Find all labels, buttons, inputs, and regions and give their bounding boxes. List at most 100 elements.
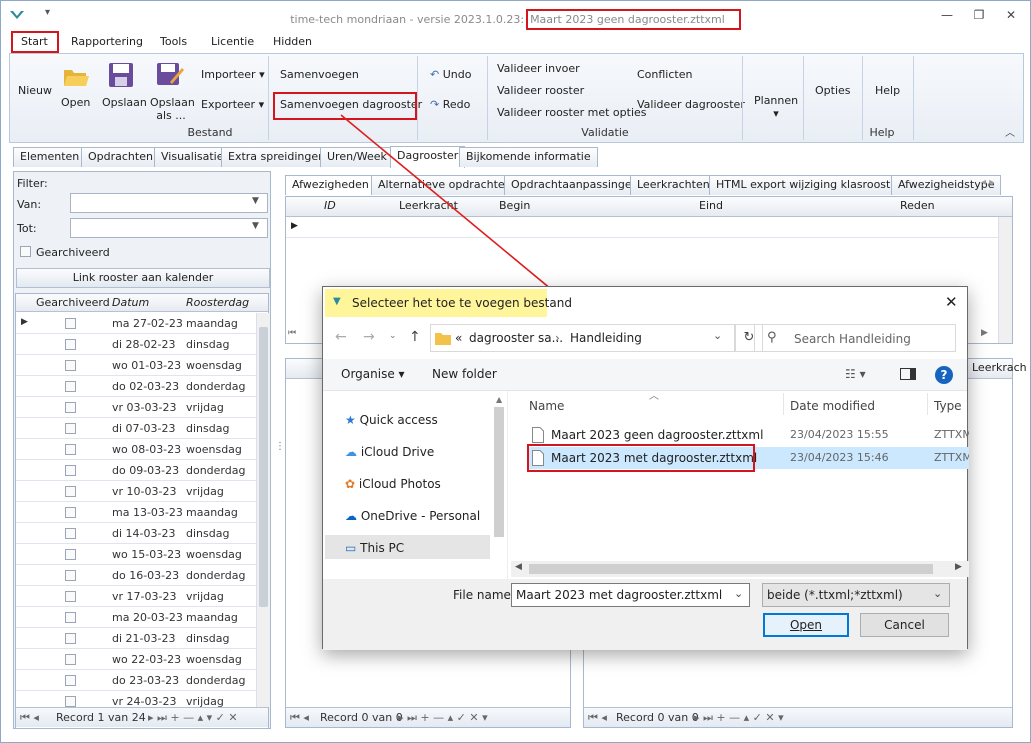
archived-checkbox[interactable] <box>65 381 76 392</box>
table-row[interactable]: ma 13-03-23 maandag <box>16 502 256 523</box>
table-row[interactable]: wo 22-03-23 woensdag <box>16 649 256 670</box>
undo-button[interactable]: ↶ Undo <box>430 68 471 81</box>
file-name-input[interactable]: Maart 2023 met dagrooster.zttxml ⌄ <box>511 583 750 607</box>
tab-visualisatie[interactable]: Visualisatie <box>154 147 231 167</box>
valideer-rooster-button[interactable]: Valideer rooster <box>497 84 584 97</box>
tab-leerkrachten[interactable]: Leerkrachten <box>630 175 717 195</box>
table-row[interactable]: vr 03-03-23 vrijdag <box>16 397 256 418</box>
col-eind[interactable]: Eind <box>699 199 723 212</box>
col-leerkracht[interactable]: Leerkrach <box>972 361 1027 374</box>
scroll-left-icon[interactable]: ◀ <box>515 562 522 572</box>
nav-icloud-photos[interactable]: ✿ iCloud Photos <box>345 477 441 491</box>
splitter-handle-icon[interactable]: ⋮ <box>275 441 285 452</box>
hscroll-right-icon[interactable]: ▶ <box>981 328 988 338</box>
col-reden[interactable]: Reden <box>900 199 935 212</box>
col-date-modified[interactable]: Date modified <box>790 399 875 413</box>
archived-checkbox[interactable] <box>65 444 76 455</box>
nav-next-icon[interactable]: ▸ ⏭ + — ▴ ✓ ✕ ▾ <box>694 711 784 725</box>
opslaan-button[interactable]: Opslaan <box>102 96 147 109</box>
valideer-opties-button[interactable]: Valideer rooster met opties <box>497 106 647 119</box>
tab-uren-week[interactable]: Uren/Week <box>320 147 394 167</box>
menu-tools[interactable]: Tools <box>160 35 187 48</box>
table-row[interactable]: vr 24-03-23 vrijdag <box>16 691 256 707</box>
table-row[interactable]: do 09-03-23 donderdag <box>16 460 256 481</box>
redo-button[interactable]: ↷ Redo <box>430 98 470 111</box>
tab-bijkomende-informatie[interactable]: Bijkomende informatie <box>459 147 598 167</box>
open-button[interactable]: Open <box>763 613 849 637</box>
col-begin[interactable]: Begin <box>499 199 530 212</box>
table-row[interactable]: do 16-03-23 donderdag <box>16 565 256 586</box>
table-row[interactable]: do 23-03-23 donderdag <box>16 670 256 691</box>
table-row[interactable]: wo 01-03-23 woensdag <box>16 355 256 376</box>
tab-dagrooster[interactable]: Dagrooster <box>390 146 466 168</box>
nav-scroll-thumb[interactable] <box>494 407 504 537</box>
tab-opdrachtaanpassingen[interactable]: Opdrachtaanpassingen <box>504 175 646 195</box>
scroll-thumb[interactable] <box>529 564 933 574</box>
nav-next-icon[interactable]: ▸ ⏭ + — ▴ ✓ ✕ ▾ <box>398 711 488 725</box>
tot-dropdown-icon[interactable]: ▼ <box>252 221 259 231</box>
nieuw-button[interactable]: Nieuw <box>18 84 52 97</box>
menu-licentie[interactable]: Licentie <box>211 35 254 48</box>
table-row[interactable]: di 07-03-23 dinsdag <box>16 418 256 439</box>
archived-checkbox[interactable] <box>65 486 76 497</box>
dialog-close-button[interactable]: ✕ <box>945 293 958 311</box>
forward-icon[interactable]: → <box>363 329 375 345</box>
collapse-ribbon-icon[interactable]: ︿ <box>1005 124 1015 139</box>
gearchiveerd-checkbox[interactable] <box>20 246 31 257</box>
path-segment-2[interactable]: Handleiding <box>570 331 642 345</box>
table-row[interactable]: vr 17-03-23 vrijdag <box>16 586 256 607</box>
table-row[interactable]: ma 20-03-23 maandag <box>16 607 256 628</box>
nav-icloud-drive[interactable]: ☁ iCloud Drive <box>345 445 434 459</box>
archived-checkbox[interactable] <box>65 360 76 371</box>
archived-checkbox[interactable] <box>65 591 76 602</box>
table-row[interactable]: di 14-03-23 dinsdag <box>16 523 256 544</box>
organise-button[interactable]: Organise ▾ <box>341 367 405 381</box>
table-row[interactable]: wo 08-03-23 woensdag <box>16 439 256 460</box>
nav-this-pc[interactable]: ▭ This PC <box>345 541 404 555</box>
archived-checkbox[interactable] <box>65 675 76 686</box>
valideer-invoer-button[interactable]: Valideer invoer <box>497 62 580 75</box>
archived-checkbox[interactable] <box>65 507 76 518</box>
tab-afwezigheden[interactable]: Afwezigheden <box>285 175 376 195</box>
van-date-field[interactable] <box>70 193 268 213</box>
link-rooster-button[interactable]: Link rooster aan kalender <box>16 268 270 288</box>
table-row[interactable]: do 02-03-23 donderdag <box>16 376 256 397</box>
horizontal-scrollbar[interactable]: ◀ ▶ <box>511 561 969 577</box>
archived-checkbox[interactable] <box>65 549 76 560</box>
nav-quick-access[interactable]: ★ Quick access <box>345 413 438 427</box>
menu-rapportering[interactable]: Rapportering <box>71 35 143 48</box>
tab-alternatieve-opdrachten[interactable]: Alternatieve opdrachten <box>371 175 519 195</box>
close-button[interactable]: ✕ <box>1003 7 1019 23</box>
file-name-dropdown-icon[interactable]: ⌄ <box>734 587 743 600</box>
plannen-button[interactable]: Plannen ▾ <box>754 94 798 120</box>
opties-button[interactable]: Opties <box>815 84 851 97</box>
address-dropdown-icon[interactable]: ⌄ <box>713 329 722 342</box>
tab-opdrachten[interactable]: Opdrachten <box>81 147 160 167</box>
preview-pane-icon[interactable] <box>900 368 916 380</box>
nav-first-icon[interactable]: ⏮ ◂ <box>588 711 607 725</box>
opslaan-als-button[interactable]: Opslaan als ... <box>150 96 195 122</box>
valideer-dagrooster-button[interactable]: Valideer dagrooster <box>637 98 745 111</box>
archived-checkbox[interactable] <box>65 339 76 350</box>
col-leerkracht[interactable]: Leerkracht <box>399 199 458 212</box>
menu-hidden[interactable]: Hidden <box>273 35 312 48</box>
nav-first-icon[interactable]: ⏮ <box>288 328 296 338</box>
nav-first-icon[interactable]: ⏮ ◂ <box>20 711 39 725</box>
file-type-select[interactable]: beide (*.ttxml;*zttxml) ⌄ <box>762 583 950 607</box>
open-button[interactable]: Open <box>61 96 90 109</box>
conflicten-button[interactable]: Conflicten <box>637 68 692 81</box>
address-bar[interactable]: « dagrooster sa... › Handleiding ⌄ <box>430 324 735 352</box>
tot-date-field[interactable] <box>70 218 268 238</box>
grid-scrollbar[interactable] <box>998 217 1012 343</box>
col-id[interactable]: ID <box>324 199 336 212</box>
col-datum[interactable]: Datum <box>112 296 149 309</box>
minimize-button[interactable]: — <box>939 7 955 23</box>
table-row[interactable]: vr 10-03-23 vrijdag <box>16 481 256 502</box>
table-row[interactable]: di 28-02-23 dinsdag <box>16 334 256 355</box>
new-folder-button[interactable]: New folder <box>432 367 497 381</box>
col-type[interactable]: Type <box>934 399 962 413</box>
recent-dropdown-icon[interactable]: ⌄ <box>389 331 397 341</box>
col-gearchiveerd[interactable]: Gearchiveerd <box>36 296 110 309</box>
grid-scrollbar[interactable] <box>256 313 270 707</box>
cancel-button[interactable]: Cancel <box>860 613 949 637</box>
